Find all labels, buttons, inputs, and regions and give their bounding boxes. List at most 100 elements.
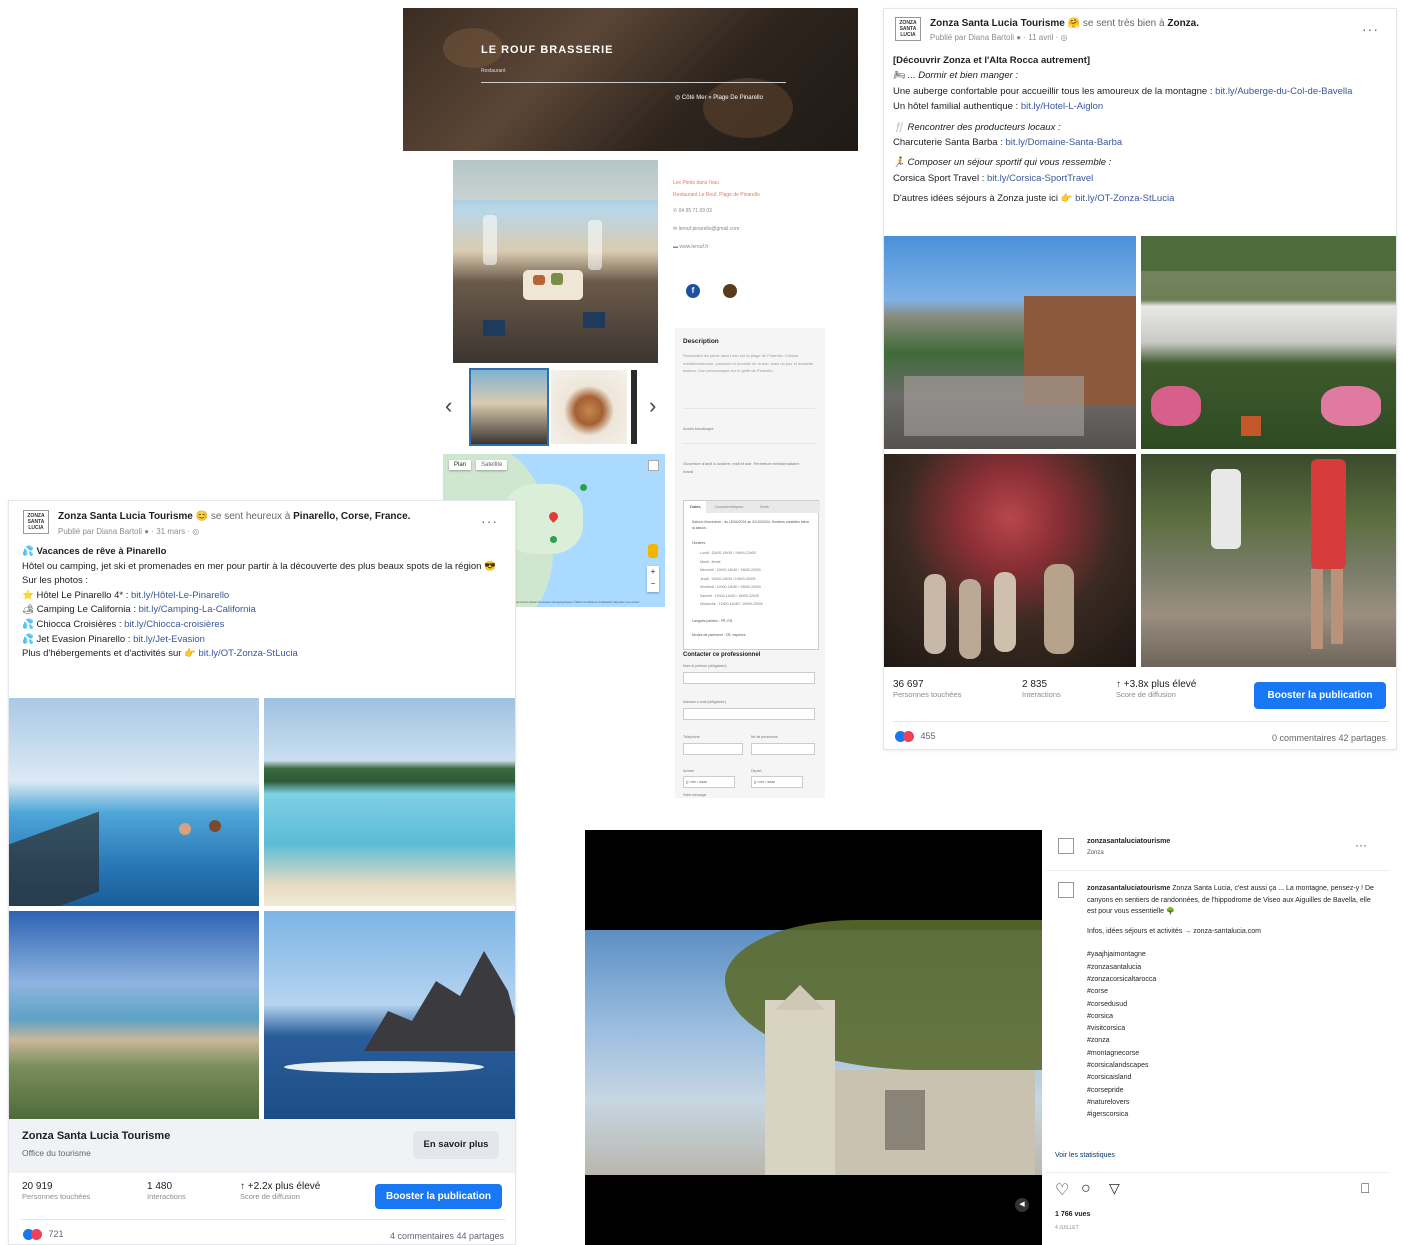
comments-shares[interactable]: 0 commentaires 42 partages [1214, 733, 1386, 743]
description-panel: Description Restaurant les pieds dans l'… [675, 328, 825, 798]
page-logo[interactable]: ZONZA SANTA LUCIA [23, 510, 49, 534]
hashtag[interactable]: #corse [1087, 986, 1377, 998]
ig-account-name[interactable]: zonzasantaluciatourisme [1087, 838, 1170, 845]
bookmark-icon[interactable]: ⎕ [1361, 1180, 1369, 1197]
thumbnail-2[interactable] [551, 370, 627, 444]
photo-charcuterie[interactable] [884, 454, 1136, 667]
facebook-icon[interactable]: f [686, 284, 700, 298]
page-name[interactable]: Zonza Santa Lucia Tourisme [930, 18, 1065, 29]
post-link[interactable]: bit.ly/Hotel-L-Aiglon [1021, 101, 1103, 112]
hashtag[interactable]: #corsepride [1087, 1085, 1377, 1097]
thumbnail-1[interactable] [469, 368, 549, 446]
ig-location[interactable]: Zonza [1087, 850, 1104, 856]
post-link[interactable]: bit.ly/Domaine-Santa-Barba [1005, 137, 1122, 148]
photo-hotel[interactable] [1141, 236, 1396, 449]
cta-title: Zonza Santa Lucia Tourisme [22, 1130, 171, 1142]
fullscreen-icon[interactable] [648, 460, 659, 471]
phone-field[interactable] [683, 743, 743, 755]
post-line: D'autres idées séjours à Zonza juste ici… [893, 193, 1175, 205]
photo-auberge[interactable] [884, 236, 1136, 449]
interactions-count: 2 835 [1022, 679, 1048, 690]
ig-caption-avatar[interactable] [1058, 882, 1074, 898]
boost-post-button[interactable]: Booster la publication [375, 1184, 502, 1209]
photo-trail-runners[interactable] [1141, 454, 1396, 667]
hashtag[interactable]: #naturelovers [1087, 1097, 1377, 1109]
comments-shares[interactable]: 4 commentaires 44 partages [359, 1231, 504, 1241]
post-link[interactable]: bit.ly/OT-Zonza-StLucia [199, 648, 298, 659]
post-link[interactable]: bit.ly/OT-Zonza-StLucia [1075, 193, 1174, 204]
hashtag[interactable]: #zonzasantalucia [1087, 962, 1377, 974]
hashtag[interactable]: #zonzacorsicaltarocca [1087, 974, 1377, 986]
ig-info-line: Infos, idées séjours et activités → zonz… [1087, 927, 1261, 935]
map-marker-icon[interactable] [550, 536, 557, 543]
hashtag[interactable]: #igerscorsica [1087, 1109, 1377, 1121]
main-photo[interactable] [453, 160, 658, 363]
map-tab-satellite[interactable]: Satellite [476, 460, 508, 470]
more-options-icon[interactable]: ··· [481, 513, 498, 529]
thumbnail-3[interactable] [631, 370, 637, 444]
reactions[interactable]: 455 [895, 731, 936, 743]
more-options-icon[interactable]: ··· [1355, 838, 1367, 852]
post-link[interactable]: bit.ly/Chiocca-croisières [124, 619, 224, 630]
hashtag[interactable]: #corsicalandscapes [1087, 1060, 1377, 1072]
post-link[interactable]: bit.ly/Jet-Evasion [133, 634, 205, 645]
arrival-date-field[interactable]: jj / mm / aaaa [683, 776, 735, 788]
tab-characteristics[interactable]: Caractéristiques [706, 501, 751, 513]
email-field[interactable] [683, 708, 815, 720]
boost-post-button[interactable]: Booster la publication [1254, 682, 1386, 709]
carousel-next-button[interactable]: › [649, 393, 656, 419]
post-link[interactable]: bit.ly/Hôtel-Le-Pinarello [131, 590, 229, 601]
hashtag[interactable]: #visitcorsica [1087, 1023, 1377, 1035]
post-link[interactable]: bit.ly/Auberge-du-Col-de-Bavella [1215, 86, 1352, 97]
carousel-prev-button[interactable]: ‹ [445, 393, 452, 419]
instagram-video[interactable]: ◀ [585, 830, 1042, 1245]
tab-dates[interactable]: Dates [684, 501, 707, 513]
hashtag[interactable]: #yaajhjaimontagne [1087, 949, 1377, 961]
post-link[interactable]: bit.ly/Camping-La-California [139, 604, 256, 615]
more-options-icon[interactable]: ··· [1362, 21, 1379, 37]
map-marker-icon[interactable] [580, 484, 587, 491]
restaurant-banner: LE ROUF BRASSERIE Restaurant ◎ Côté Mer … [403, 8, 858, 151]
name-field[interactable] [683, 672, 815, 684]
tripadvisor-icon[interactable] [723, 284, 737, 298]
departure-date-field[interactable]: jj / mm / aaaa [751, 776, 803, 788]
hashtag[interactable]: #corsicaisland [1087, 1072, 1377, 1084]
ig-caption-user[interactable]: zonzasantaluciatourisme [1087, 885, 1170, 892]
photo-beach[interactable] [264, 698, 515, 906]
tab-prices[interactable]: Tarifs [751, 501, 777, 513]
photo-coast[interactable] [9, 911, 259, 1119]
share-icon[interactable]: ▽ [1109, 1180, 1120, 1197]
restaurant-title: LE ROUF BRASSERIE [481, 44, 614, 56]
phone-line[interactable]: ✆ 04 95 71 09 03 [673, 208, 823, 214]
like-heart-icon[interactable]: ♡ [1055, 1180, 1069, 1200]
hours-line: Jeudi : 12h00-14h30 / 19h00-22h00 [700, 576, 756, 581]
learn-more-button[interactable]: En savoir plus [413, 1131, 499, 1159]
post-link[interactable]: bit.ly/Corsica-SportTravel [987, 173, 1093, 184]
hashtag[interactable]: #montagnecorse [1087, 1048, 1377, 1060]
hours-line: Lundi : 12h00-14h30 / 19h00-22h00 [700, 551, 756, 555]
page-name[interactable]: Zonza Santa Lucia Tourisme [58, 511, 193, 522]
photo-jetski[interactable] [264, 911, 515, 1119]
post-line: 🛏 ... Dormir et bien manger : [893, 70, 1019, 82]
view-insights-link[interactable]: Voir les statistiques [1055, 1152, 1115, 1159]
people-field[interactable] [751, 743, 815, 755]
email-line[interactable]: ✉ lerouf.pinarello@gmail.com [673, 226, 823, 232]
website-line[interactable]: ▬ www.lerouf.fr [673, 244, 823, 250]
place-link[interactable]: Zonza. [1167, 18, 1199, 29]
zoom-control[interactable]: + − [647, 566, 659, 592]
mute-icon[interactable]: ◀ [1015, 1198, 1029, 1212]
comment-icon[interactable]: ○ [1081, 1180, 1091, 1198]
breadcrumb[interactable]: ◎ Côté Mer » Plage De Pinarello [675, 94, 763, 101]
pegman-icon[interactable] [648, 544, 658, 558]
reactions[interactable]: 721 [23, 1229, 64, 1241]
hours-line: Vendredi : 12h00-14h30 / 19h00-22h00 [700, 585, 761, 589]
place-link[interactable]: Pinarello, Corse, France. [293, 511, 410, 522]
map-footer: Raccourcis clavier Données cartographiqu… [513, 600, 640, 604]
ig-avatar[interactable] [1058, 838, 1074, 854]
map-tab-plan[interactable]: Plan [449, 460, 472, 470]
photo-hotel-pool[interactable] [9, 698, 259, 906]
hashtag[interactable]: #corsedusud [1087, 999, 1377, 1011]
page-logo[interactable]: ZONZA SANTA LUCIA [895, 17, 921, 41]
hashtag[interactable]: #corsica [1087, 1011, 1377, 1023]
hashtag[interactable]: #zonza [1087, 1035, 1377, 1047]
